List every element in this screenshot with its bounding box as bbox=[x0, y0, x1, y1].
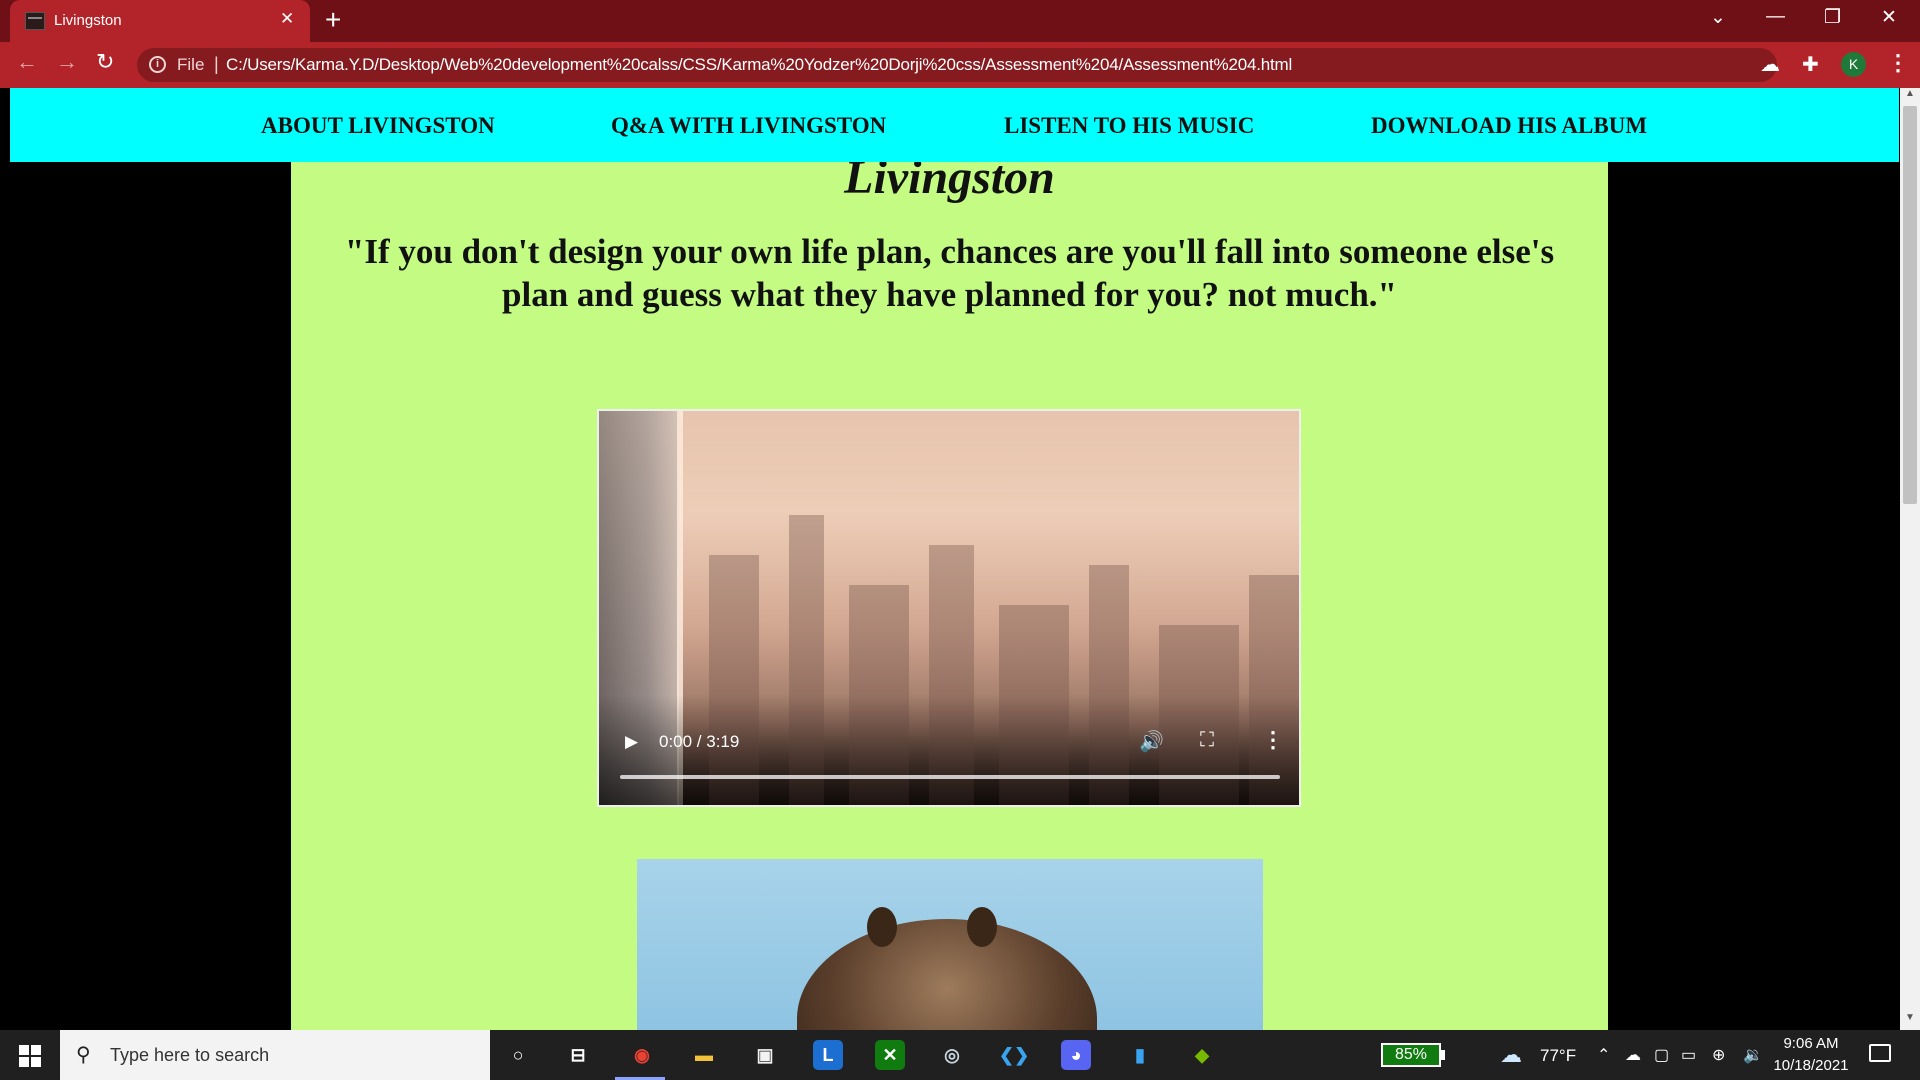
window-close-button[interactable]: ✕ bbox=[1881, 6, 1897, 29]
battery-indicator[interactable]: 85% bbox=[1381, 1043, 1441, 1067]
nav-link-qa[interactable]: Q&A WITH LIVINGSTON bbox=[611, 113, 886, 139]
video-player[interactable]: ▶ 0:00 / 3:19 🔊 ⛶ ⋮ bbox=[597, 409, 1301, 807]
site-navbar: ABOUT LIVINGSTON Q&A WITH LIVINGSTON LIS… bbox=[10, 88, 1899, 162]
nav-link-listen[interactable]: LISTEN TO HIS MUSIC bbox=[1004, 113, 1254, 139]
file-explorer-icon[interactable]: ▬ bbox=[689, 1040, 719, 1070]
notification-center-icon[interactable] bbox=[1869, 1044, 1891, 1062]
fullscreen-icon[interactable]: ⛶ bbox=[1200, 729, 1214, 752]
url-text[interactable]: C:/Users/Karma.Y.D/Desktop/Web%20develop… bbox=[226, 55, 1292, 75]
nav-link-about[interactable]: ABOUT LIVINGSTON bbox=[261, 113, 495, 139]
tab-search-icon[interactable]: ⌄ bbox=[1710, 6, 1726, 29]
tab-favicon-icon bbox=[25, 12, 45, 30]
tab-close-icon[interactable]: ✕ bbox=[280, 9, 294, 29]
cloud-extension-icon[interactable]: ☁ bbox=[1760, 52, 1780, 77]
photo-hair-detail bbox=[967, 907, 997, 947]
nav-link-download[interactable]: DOWNLOAD HIS ALBUM bbox=[1371, 113, 1647, 139]
discord-icon[interactable]: ◕ bbox=[1061, 1040, 1091, 1070]
scroll-down-arrow-icon[interactable]: ▼ bbox=[1905, 1012, 1915, 1023]
photo-hair-detail bbox=[867, 907, 897, 947]
taskbar-search-box[interactable]: ⚲ Type here to search bbox=[60, 1030, 490, 1080]
site-info-icon[interactable]: i bbox=[149, 56, 166, 73]
clock-time[interactable]: 9:06 AM bbox=[1780, 1035, 1842, 1052]
network-icon[interactable]: ⊕ bbox=[1712, 1045, 1725, 1065]
cortana-icon[interactable]: ○ bbox=[503, 1040, 533, 1070]
volume-icon[interactable]: 🔊 bbox=[1139, 729, 1164, 754]
address-bar[interactable]: i File | C:/Users/Karma.Y.D/Desktop/Web%… bbox=[137, 48, 1867, 82]
browser-tab-active[interactable]: Livingston ✕ bbox=[10, 0, 310, 42]
volume-icon[interactable]: 🔉 bbox=[1743, 1045, 1763, 1065]
play-icon[interactable]: ▶ bbox=[625, 732, 638, 752]
onedrive-icon[interactable]: ☁ bbox=[1625, 1045, 1641, 1065]
page-scrollbar[interactable]: ▲ ▼ bbox=[1900, 88, 1920, 1030]
weather-cloud-icon[interactable]: ☁ bbox=[1500, 1042, 1522, 1068]
video-more-options-icon[interactable]: ⋮ bbox=[1262, 727, 1284, 753]
minimize-button[interactable]: — bbox=[1766, 6, 1785, 28]
phone-icon[interactable]: ▮ bbox=[1125, 1040, 1155, 1070]
clock-date[interactable]: 10/18/2021 bbox=[1772, 1057, 1850, 1074]
nvidia-icon[interactable]: ◆ bbox=[1187, 1040, 1217, 1070]
windows-start-icon[interactable] bbox=[19, 1045, 41, 1067]
browser-toolbar: ← → ↻ i File | C:/Users/Karma.Y.D/Deskto… bbox=[0, 42, 1920, 88]
reload-icon[interactable]: ↻ bbox=[96, 49, 114, 75]
main-content: Livingston "If you don't design your own… bbox=[291, 88, 1608, 1030]
xbox-icon[interactable]: ✕ bbox=[875, 1040, 905, 1070]
browser-menu-icon[interactable]: ⋮ bbox=[1887, 50, 1909, 76]
page-viewport: ABOUT LIVINGSTON Q&A WITH LIVINGSTON LIS… bbox=[0, 88, 1900, 1030]
new-tab-button[interactable]: + bbox=[325, 4, 341, 36]
tab-title: Livingston bbox=[54, 12, 122, 29]
video-progress-bar[interactable] bbox=[620, 775, 1280, 779]
scroll-up-arrow-icon[interactable]: ▲ bbox=[1905, 88, 1915, 99]
restore-button[interactable]: ❐ bbox=[1824, 6, 1841, 29]
battery-icon[interactable]: ▭ bbox=[1681, 1045, 1696, 1065]
battery-tip bbox=[1441, 1050, 1445, 1060]
photo-hair bbox=[797, 919, 1097, 1030]
profile-avatar[interactable]: K bbox=[1841, 52, 1866, 77]
chrome-icon[interactable]: ◉ bbox=[627, 1040, 657, 1070]
url-separator: | bbox=[214, 54, 219, 74]
scroll-thumb[interactable] bbox=[1903, 106, 1917, 504]
task-view-icon[interactable]: ⊟ bbox=[563, 1040, 593, 1070]
meet-icon[interactable]: ▢ bbox=[1654, 1045, 1669, 1065]
launcher-icon[interactable]: L bbox=[813, 1040, 843, 1070]
back-arrow-icon[interactable]: ← bbox=[16, 49, 38, 75]
chevron-up-icon[interactable]: ⌃ bbox=[1597, 1045, 1610, 1065]
forward-arrow-icon[interactable]: → bbox=[56, 49, 78, 75]
steam-icon[interactable]: ◎ bbox=[937, 1040, 967, 1070]
search-icon: ⚲ bbox=[76, 1044, 91, 1066]
windows-taskbar: ⚲ Type here to search ○ ⊟ ◉ ▬ ▣ L ✕ ◎ ❮❯ ◕ ▮ ◆ 85% … bbox=[0, 1030, 1920, 1080]
video-time: 0:00 / 3:19 bbox=[659, 732, 740, 751]
browser-titlebar: Livingston ✕ + ⌄ — ❐ ✕ bbox=[0, 0, 1920, 42]
extensions-puzzle-icon[interactable]: ✚ bbox=[1802, 52, 1819, 77]
store-icon[interactable]: ▣ bbox=[750, 1040, 780, 1070]
artist-photo bbox=[637, 859, 1263, 1030]
quote-text: "If you don't design your own life plan,… bbox=[344, 232, 1555, 314]
taskbar-search-placeholder: Type here to search bbox=[110, 1045, 270, 1065]
weather-temperature[interactable]: 77°F bbox=[1540, 1046, 1576, 1066]
vscode-icon[interactable]: ❮❯ bbox=[999, 1040, 1029, 1070]
file-scheme-label: File bbox=[177, 55, 205, 74]
